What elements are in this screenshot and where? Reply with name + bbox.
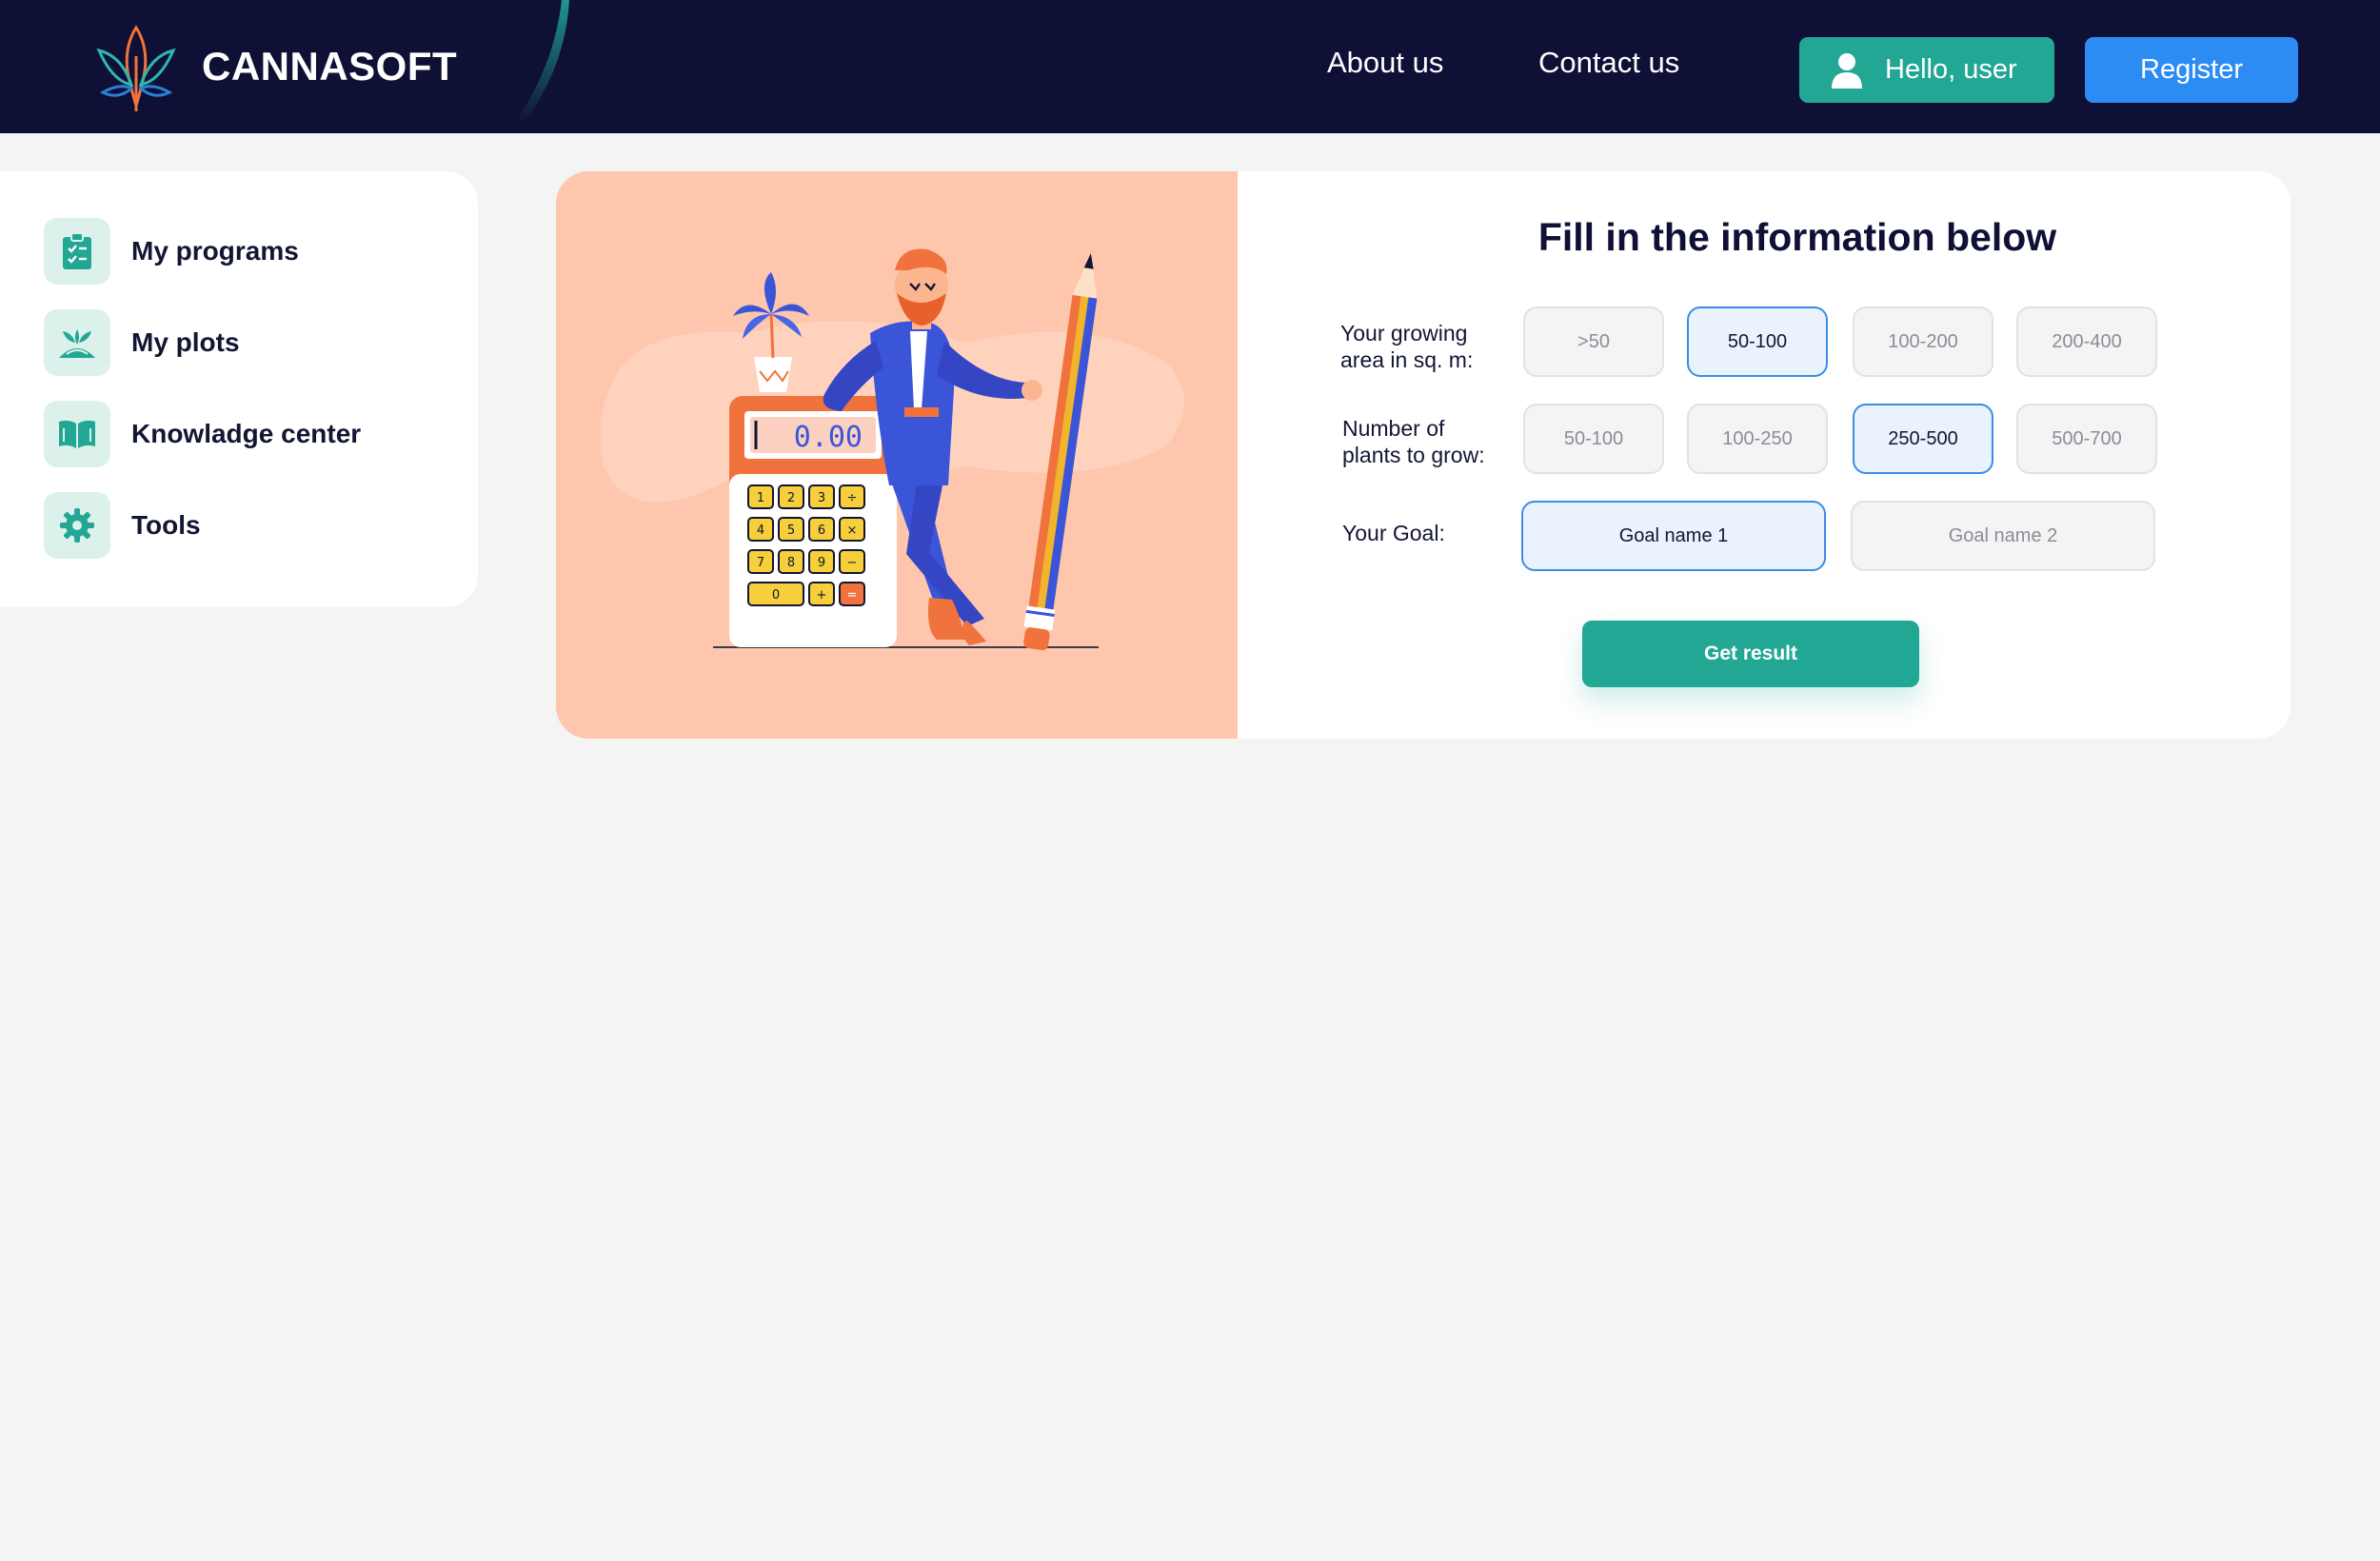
calculator-key-label: ÷ xyxy=(847,491,858,505)
calculator-key-label: − xyxy=(847,556,858,570)
get-result-button[interactable]: Get result xyxy=(1582,621,1919,687)
goal-option-2[interactable]: Goal name 2 xyxy=(1851,501,2155,571)
sidebar-item-label: Knowladge center xyxy=(131,419,362,448)
calculator-display: 0.00 xyxy=(794,421,863,454)
brand-name: CANNASOFT xyxy=(202,44,458,89)
nav-about-us-link[interactable]: About us xyxy=(1327,46,1443,80)
area-option-100-200[interactable]: 100-200 xyxy=(1853,306,1993,377)
calculator-key-label: 6 xyxy=(818,524,825,538)
calculator-key-label: 0 xyxy=(772,588,780,603)
sidebar-item-label: My plots xyxy=(131,327,240,357)
calculator-key-label: 4 xyxy=(757,524,764,538)
open-book-icon xyxy=(44,401,110,467)
plants-count-label: Number of plants to grow: xyxy=(1342,415,1485,468)
sidebar-item-knowledge-center[interactable]: Knowladge center xyxy=(44,400,361,468)
plants-option-250-500[interactable]: 250-500 xyxy=(1853,404,1993,474)
cannabis-leaf-logo-icon xyxy=(96,25,176,111)
sidebar-item-label: Tools xyxy=(131,510,201,540)
calculator-key-label: 7 xyxy=(757,556,764,570)
gear-icon xyxy=(44,492,110,559)
sidebar-item-my-plots[interactable]: My plots xyxy=(44,308,240,377)
sidebar-item-label: My programs xyxy=(131,236,299,266)
calculator-key-label: 8 xyxy=(787,556,795,570)
growing-area-label: Your growing area in sq. m: xyxy=(1340,320,1473,373)
calculator-key-label: 1 xyxy=(757,491,764,505)
plants-option-500-700[interactable]: 500-700 xyxy=(2016,404,2157,474)
sidebar-item-my-programs[interactable]: My programs xyxy=(44,217,299,286)
user-icon xyxy=(1832,52,1862,89)
calculator-illustration: 0.00 1 2 3 ÷ 4 5 6 × 7 8 9 − 0 + = xyxy=(556,171,1238,739)
plants-option-100-250[interactable]: 100-250 xyxy=(1687,404,1828,474)
user-greeting: Hello, user xyxy=(1885,54,2017,85)
form-title: Fill in the information below xyxy=(1537,215,2057,259)
plants-count-label-line2: plants to grow: xyxy=(1342,443,1485,467)
calculator-key-label: 5 xyxy=(787,524,795,538)
sidebar-item-tools[interactable]: Tools xyxy=(44,491,201,560)
calculator-key-label: × xyxy=(847,524,858,538)
sidebar: My programs My plots Knowladge center To… xyxy=(0,171,478,607)
goal-option-1[interactable]: Goal name 1 xyxy=(1521,501,1826,571)
growing-area-label-line1: Your growing xyxy=(1340,321,1468,346)
growing-area-label-line2: area in sq. m: xyxy=(1340,347,1474,372)
area-option-200-400[interactable]: 200-400 xyxy=(2016,306,2157,377)
decorative-swoosh xyxy=(514,0,569,124)
brand[interactable]: CANNASOFT xyxy=(95,17,457,116)
calculator-key-label: 9 xyxy=(818,556,825,570)
calculator-key-label: = xyxy=(847,588,858,603)
top-navbar: CANNASOFT About us Contact us Hello, use… xyxy=(0,0,2380,133)
register-button[interactable]: Register xyxy=(2085,37,2298,103)
area-option-under-50[interactable]: >50 xyxy=(1523,306,1664,377)
plants-count-label-line1: Number of xyxy=(1342,416,1445,441)
plants-option-50-100[interactable]: 50-100 xyxy=(1523,404,1664,474)
clipboard-checklist-icon xyxy=(44,218,110,285)
plant-bed-icon xyxy=(44,309,110,376)
area-option-50-100[interactable]: 50-100 xyxy=(1687,306,1828,377)
calculator-card: 0.00 1 2 3 ÷ 4 5 6 × 7 8 9 − 0 + = Fill in… xyxy=(556,171,2291,739)
calculator-key-label: 3 xyxy=(818,491,825,505)
calculator-key-label: 2 xyxy=(787,491,795,505)
nav-contact-us-link[interactable]: Contact us xyxy=(1538,46,1679,80)
calculator-key-label: + xyxy=(817,588,827,603)
man-with-calculator-and-pencil-image: 0.00 1 2 3 ÷ 4 5 6 × 7 8 9 − 0 + = xyxy=(600,248,1184,651)
user-account-button[interactable]: Hello, user xyxy=(1799,37,2054,103)
goal-label: Your Goal: xyxy=(1342,521,1445,545)
